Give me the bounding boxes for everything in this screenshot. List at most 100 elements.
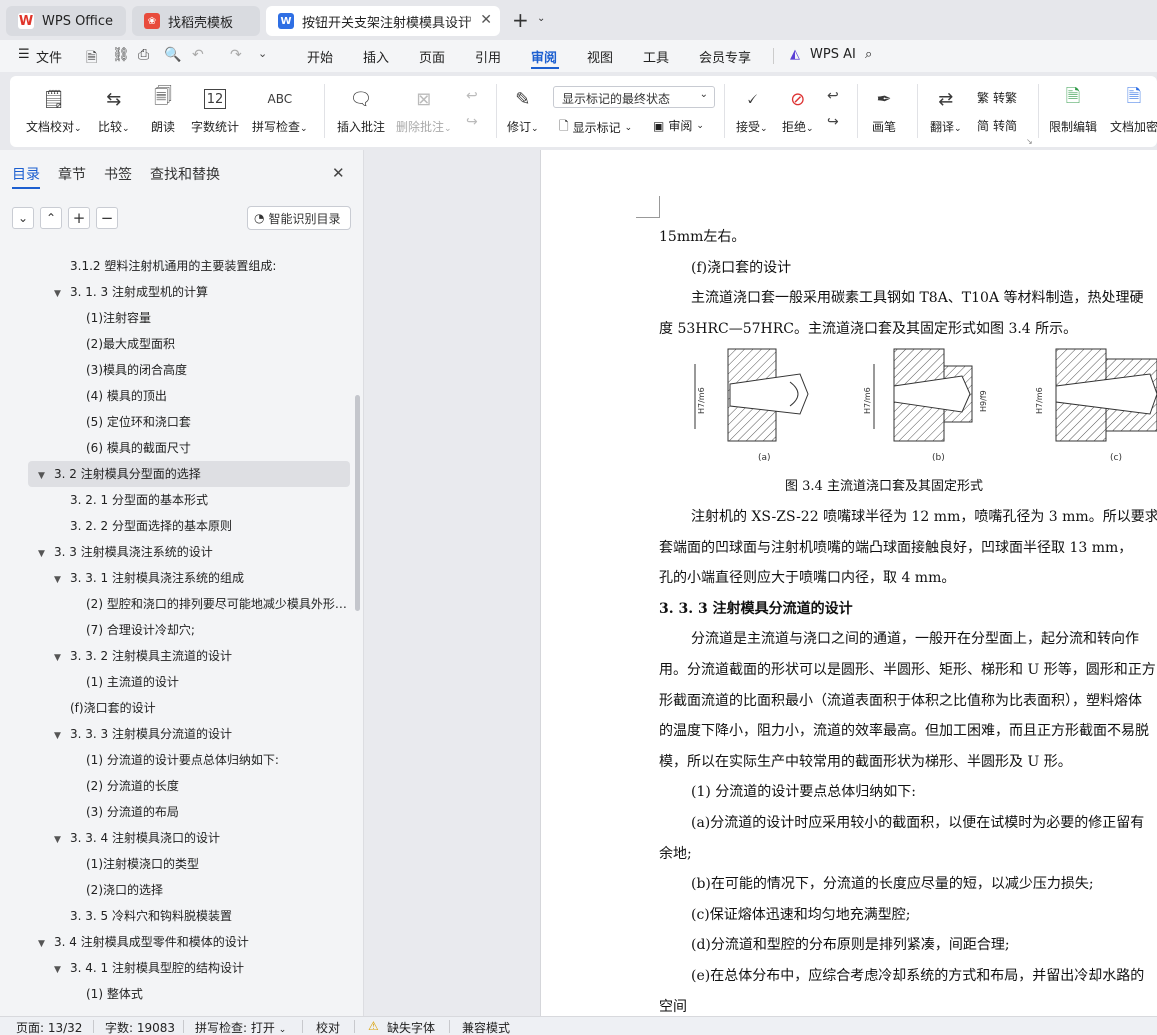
insert-comment-button[interactable]: 🗨 插入批注 [337, 86, 385, 135]
toc-expand-arrow-icon[interactable]: ▼ [54, 645, 70, 669]
toc-expand-arrow-icon[interactable]: ▼ [54, 567, 70, 591]
word-count-status[interactable]: 字数: 19083 [105, 1019, 175, 1035]
menu-review[interactable]: 审阅 [531, 47, 557, 66]
toc-item[interactable]: ▼ 3. 3. 2 注射模具主流道的设计 [28, 643, 350, 669]
panel-tab-sections[interactable]: 章节 [58, 164, 86, 184]
hamburger-icon[interactable]: ☰ [18, 47, 30, 62]
delete-comment-button[interactable]: ⊠ 删除批注⌄ [396, 86, 452, 135]
restrict-edit-button[interactable]: 🗎 限制编辑 [1049, 86, 1097, 135]
read-aloud-button[interactable]: 🗐 朗读 [151, 86, 175, 135]
quick-access-chevron-icon[interactable]: ⌄ [258, 47, 267, 60]
toc-item[interactable]: 3. 2. 2 分型面选择的基本原则 [28, 513, 350, 539]
reject-button[interactable]: ⊘ 拒绝⌄ [782, 86, 814, 135]
missing-font-status[interactable]: 缺失字体 [387, 1019, 435, 1035]
panel-tab-bookmarks[interactable]: 书签 [104, 164, 132, 184]
tab-current-document[interactable]: W 按钮开关支架注射模模具设计 ▭ ✕ [266, 6, 500, 36]
toc-item[interactable]: ▼ 3. 3 注射模具浇注系统的设计 [28, 539, 350, 565]
toc-expand-arrow-icon[interactable]: ▼ [38, 541, 54, 565]
toc-item[interactable]: ▼ 3. 3. 3 注射模具分流道的设计 [28, 721, 350, 747]
toc-item[interactable]: (1) 主流道的设计 [28, 669, 350, 695]
menu-tools[interactable]: 工具 [643, 47, 669, 66]
translate-button[interactable]: ⇄ 翻译⌄ [930, 86, 962, 135]
menu-reference[interactable]: 引用 [475, 47, 501, 66]
menu-view[interactable]: 视图 [587, 47, 613, 66]
page-indicator[interactable]: 页面: 13/32 [16, 1019, 82, 1035]
tab-list-chevron-icon[interactable]: ⌄ [537, 13, 545, 24]
menu-insert[interactable]: 插入 [363, 47, 389, 66]
toc-item[interactable]: (2) 型腔和浇口的排列要尽可能地减少模具外形尺寸 [28, 591, 350, 617]
tab-docer-templates[interactable]: ❀ 找稻壳模板 [132, 6, 260, 36]
menu-start[interactable]: 开始 [307, 47, 333, 66]
expand-group-icon[interactable]: ↘ [1026, 137, 1033, 146]
toc-item[interactable]: ▼ 3. 1. 3 注射成型机的计算 [28, 279, 350, 305]
toc-expand-arrow-icon[interactable]: ▼ [54, 281, 70, 305]
toc-item[interactable]: (6) 模具的截面尺寸 [28, 435, 350, 461]
toc-item[interactable]: (2)最大成型面积 [28, 331, 350, 357]
toc-item[interactable]: (4) 模具的顶出 [28, 383, 350, 409]
track-changes-button[interactable]: ✎ 修订⌄ [507, 86, 539, 135]
toc-item[interactable]: (7) 合理设计冷却穴; [28, 617, 350, 643]
toc-item[interactable]: (3)模具的闭合高度 [28, 357, 350, 383]
prev-change-icon[interactable]: ↩ [827, 88, 839, 104]
to-simplified-button[interactable]: 简 转简 [977, 117, 1017, 134]
save-icon[interactable]: 🗎 [86, 47, 97, 71]
undo-icon[interactable]: ↶ [192, 47, 204, 63]
file-menu[interactable]: 文件 [36, 47, 62, 66]
toc-item[interactable]: ▼ 3. 2 注射模具分型面的选择 [28, 461, 350, 487]
panel-tab-find-replace[interactable]: 查找和替换 [150, 164, 220, 184]
collapse-up-icon[interactable]: ⌃ [40, 207, 62, 229]
prev-comment-icon[interactable]: ↩ [466, 88, 478, 104]
link-icon[interactable]: ⛓ [112, 47, 130, 63]
toc-item[interactable]: (2) 分流道的长度 [28, 773, 350, 799]
print-icon[interactable]: ⎙ [138, 47, 149, 63]
toc-item[interactable]: ▼ 3. 3. 4 注射模具浇口的设计 [28, 825, 350, 851]
spell-check-status[interactable]: 拼写检查: 打开 ⌄ [195, 1019, 286, 1035]
tab-wps-office[interactable]: W WPS Office [6, 6, 126, 36]
toc-item[interactable]: (1)注射模浇口的类型 [28, 851, 350, 877]
show-markup-button[interactable]: 🗋 显示标记 ⌄ [559, 117, 632, 138]
toc-expand-arrow-icon[interactable]: ▼ [38, 463, 54, 487]
menu-page[interactable]: 页面 [419, 47, 445, 66]
panel-scrollbar[interactable] [355, 395, 360, 611]
toc-item[interactable]: ▼ 3. 3. 1 注射模具浇注系统的组成 [28, 565, 350, 591]
to-traditional-button[interactable]: 繁 转繁 [977, 89, 1017, 106]
remove-heading-icon[interactable]: − [96, 207, 118, 229]
markup-state-dropdown[interactable]: 显示标记的最终状态 ⌄ [553, 86, 715, 108]
toc-item[interactable]: ▼ 3. 4 注射模具成型零件和模体的设计 [28, 929, 350, 955]
word-count-button[interactable]: 12 字数统计 [191, 86, 239, 135]
toc-item[interactable]: 3. 2. 1 分型面的基本形式 [28, 487, 350, 513]
doc-proof-button[interactable]: 🗒 文档校对⌄ [26, 86, 82, 135]
toc-item[interactable]: (2)浇口的选择 [28, 877, 350, 903]
monitor-icon[interactable]: ▭ [461, 11, 472, 25]
toc-expand-arrow-icon[interactable]: ▼ [54, 723, 70, 747]
wps-ai-button[interactable]: WPS AI [810, 47, 856, 62]
toc-item[interactable]: (1)注射容量 [28, 305, 350, 331]
smart-toc-button[interactable]: ◔ 智能识别目录 [247, 206, 351, 230]
toc-item[interactable]: ▼ 3. 4. 1 注射模具型腔的结构设计 [28, 955, 350, 981]
ink-button[interactable]: ✒ 画笔 [872, 86, 896, 135]
next-change-icon[interactable]: ↪ [827, 114, 839, 130]
add-heading-icon[interactable]: + [68, 207, 90, 229]
new-tab-plus-icon[interactable]: + [512, 8, 529, 32]
close-tab-icon[interactable]: ✕ [480, 12, 492, 28]
panel-tab-toc[interactable]: 目录 [12, 164, 40, 184]
compare-button[interactable]: ⇆ 比较⌄ [98, 86, 130, 135]
spell-check-button[interactable]: ABC 拼写检查⌄ [252, 86, 308, 135]
doc-encrypt-button[interactable]: 🗎 文档加密 [1110, 86, 1157, 135]
redo-icon[interactable]: ↷ [230, 47, 242, 63]
menu-member[interactable]: 会员专享 [699, 47, 751, 66]
toc-item[interactable]: 3.1.2 塑料注射机通用的主要装置组成: [28, 253, 350, 279]
toc-item[interactable]: (5) 定位环和浇口套 [28, 409, 350, 435]
review-pane-button[interactable]: ▣ 审阅 ⌄ [653, 117, 704, 134]
expand-down-icon[interactable]: ⌄ [12, 207, 34, 229]
compat-mode-status[interactable]: 兼容模式 [462, 1019, 510, 1035]
toc-item[interactable]: (f)浇口套的设计 [28, 695, 350, 721]
toc-item[interactable]: (1) 分流道的设计要点总体归纳如下: [28, 747, 350, 773]
print-preview-icon[interactable]: 🔍 [164, 47, 181, 63]
toc-expand-arrow-icon[interactable]: ▼ [54, 827, 70, 851]
accept-button[interactable]: 🗸 接受⌄ [736, 86, 768, 135]
search-icon[interactable]: ⌕ [865, 47, 872, 62]
close-panel-icon[interactable]: ✕ [332, 164, 345, 182]
toc-item[interactable]: (1) 整体式 [28, 981, 350, 1007]
toc-expand-arrow-icon[interactable]: ▼ [54, 957, 70, 981]
